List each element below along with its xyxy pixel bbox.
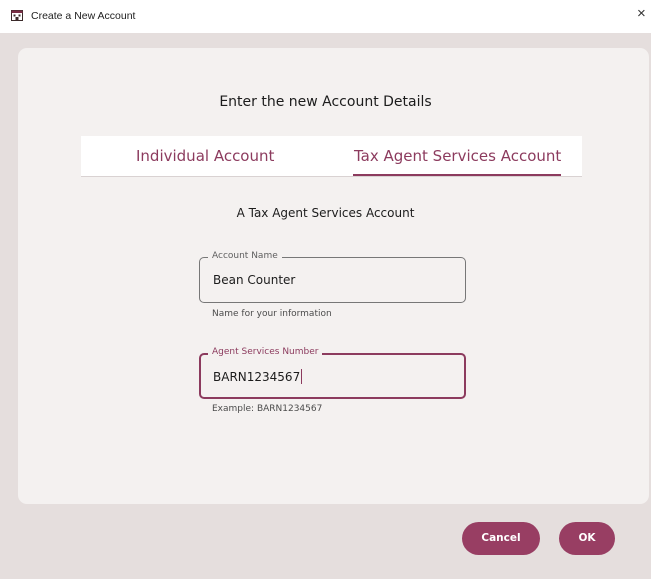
cancel-button[interactable]: Cancel <box>462 522 540 555</box>
ok-button[interactable]: OK <box>559 522 615 555</box>
agent-services-number-field[interactable]: Agent Services Number BARN1234567 <box>199 346 466 399</box>
tab-individual-account[interactable]: Individual Account <box>136 136 274 176</box>
account-type-subtitle: A Tax Agent Services Account <box>236 206 415 220</box>
account-name-input[interactable]: Bean Counter <box>213 273 453 287</box>
account-details-card: Enter the new Account Details Individual… <box>18 48 649 504</box>
selected-tab-indicator <box>353 174 561 176</box>
account-type-tabs: Individual Account Tax Agent Services Ac… <box>81 136 582 177</box>
tab-tax-agent-services-account[interactable]: Tax Agent Services Account <box>354 136 561 176</box>
dialog-heading: Enter the new Account Details <box>219 94 432 110</box>
agent-services-number-label: Agent Services Number <box>208 346 323 358</box>
title-bar: Create a New Account × <box>0 0 651 33</box>
account-name-label: Account Name <box>208 250 282 262</box>
close-icon[interactable]: × <box>637 6 651 22</box>
account-name-field[interactable]: Account Name Bean Counter <box>199 250 466 303</box>
agent-services-number-input[interactable]: BARN1234567 <box>213 369 453 384</box>
text-caret <box>301 369 303 384</box>
app-icon <box>11 10 23 21</box>
window-title: Create a New Account <box>31 10 136 22</box>
agent-services-number-value: BARN1234567 <box>213 370 301 384</box>
account-name-helper: Name for your information <box>212 309 332 319</box>
agent-services-number-helper: Example: BARN1234567 <box>212 404 323 414</box>
